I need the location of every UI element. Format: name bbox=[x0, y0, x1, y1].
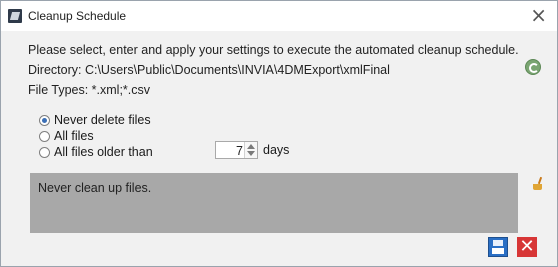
broom-head bbox=[533, 184, 542, 190]
window-title: Cleanup Schedule bbox=[28, 9, 127, 23]
days-unit-label: days bbox=[263, 143, 290, 157]
option-never-delete[interactable]: Never delete files bbox=[39, 113, 151, 127]
radio-button[interactable] bbox=[39, 146, 50, 158]
cancel-icon[interactable]: ✕ bbox=[517, 237, 537, 257]
chevron-down-icon[interactable] bbox=[247, 151, 255, 156]
description-box: Never clean up files. bbox=[30, 173, 518, 233]
close-button[interactable]: × bbox=[530, 4, 547, 26]
directory-text: Directory: C:\Users\Public\Documents\INV… bbox=[28, 63, 390, 77]
days-value[interactable]: 7 bbox=[218, 144, 243, 158]
radio-button[interactable] bbox=[39, 130, 50, 142]
option-label: All files bbox=[54, 129, 94, 143]
save-icon[interactable] bbox=[488, 237, 508, 257]
broom-icon[interactable] bbox=[533, 176, 543, 191]
option-all-files[interactable]: All files bbox=[39, 129, 94, 143]
stepper-buttons[interactable] bbox=[244, 142, 257, 158]
cleanup-schedule-window: Cleanup Schedule × Please select, enter … bbox=[0, 0, 558, 267]
option-label: All files older than bbox=[54, 145, 153, 159]
instruction-text: Please select, enter and apply your sett… bbox=[28, 43, 519, 57]
option-older-than[interactable]: All files older than bbox=[39, 145, 153, 159]
dialog-content: Please select, enter and apply your sett… bbox=[1, 31, 557, 266]
option-label: Never delete files bbox=[54, 113, 151, 127]
description-text: Never clean up files. bbox=[38, 181, 152, 195]
days-stepper[interactable]: 7 bbox=[215, 141, 258, 159]
radio-button[interactable] bbox=[39, 114, 50, 126]
title-bar: Cleanup Schedule × bbox=[1, 1, 557, 31]
refresh-icon[interactable] bbox=[525, 59, 541, 75]
chevron-up-icon[interactable] bbox=[247, 144, 255, 149]
file-types-text: File Types: *.xml;*.csv bbox=[28, 83, 151, 97]
app-logo-icon bbox=[8, 9, 22, 23]
